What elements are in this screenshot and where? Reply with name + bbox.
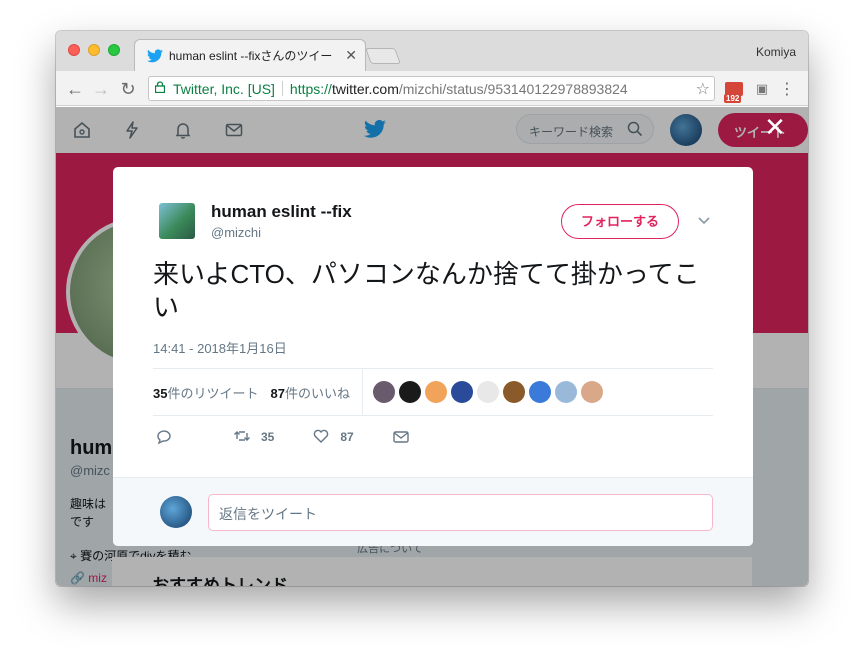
new-tab-button[interactable] bbox=[365, 48, 401, 64]
minimize-window-button[interactable] bbox=[88, 44, 100, 56]
liker-avatar[interactable] bbox=[528, 381, 551, 403]
liker-avatar[interactable] bbox=[398, 381, 421, 403]
like-count: 87 bbox=[340, 430, 354, 444]
like-stat[interactable]: 87件のいいね bbox=[270, 383, 349, 402]
author-handle[interactable]: @mizchi bbox=[211, 225, 261, 240]
gmail-unread-count: 192 bbox=[724, 94, 742, 103]
liker-avatar[interactable] bbox=[372, 381, 395, 403]
tweet-stats: 35件のリツイート 87件のいいね bbox=[153, 368, 713, 416]
retweet-stat-label: 件のリツイート bbox=[167, 385, 259, 401]
follow-button[interactable]: フォローする bbox=[561, 204, 679, 239]
like-stat-label: 件のいいね bbox=[284, 385, 350, 401]
author-name[interactable]: human eslint --fix bbox=[211, 202, 352, 222]
reply-user-avatar bbox=[160, 496, 192, 528]
retweet-stat-count: 35 bbox=[153, 385, 168, 401]
retweet-count: 35 bbox=[261, 430, 275, 444]
address-separator bbox=[281, 81, 283, 96]
tweet-text: 来いよCTO、パソコンなんか捨てて掛かってこい bbox=[153, 259, 700, 322]
close-icon[interactable]: ✕ bbox=[763, 114, 787, 140]
liker-avatars bbox=[372, 381, 603, 403]
close-window-button[interactable] bbox=[68, 44, 80, 56]
reply-area: 返信をツイート bbox=[113, 477, 753, 546]
twitter-page: キーワード検索 ツイート hum @mizc 趣味はです ⌖ 賽の河原でdivを… bbox=[56, 107, 808, 586]
address-bar[interactable]: Twitter, Inc. [US] https:// twitter.com … bbox=[148, 76, 715, 101]
tab-strip: human eslint --fixさんのツイー ✕ Komiya bbox=[56, 31, 808, 71]
liker-avatar[interactable] bbox=[554, 381, 577, 403]
bookmark-star-icon[interactable]: ☆ bbox=[696, 79, 710, 99]
reply-icon[interactable] bbox=[155, 428, 173, 446]
gmail-icon: 192 bbox=[724, 82, 743, 103]
browser-toolbar: ← → ↻ Twitter, Inc. [US] https:// twitte… bbox=[56, 71, 808, 106]
extension-icon[interactable]: ▣ bbox=[754, 79, 770, 99]
browser-window: human eslint --fixさんのツイー ✕ Komiya ← → ↻ … bbox=[56, 31, 808, 586]
secure-org-label: Twitter, Inc. [US] bbox=[173, 80, 275, 97]
browser-tab[interactable]: human eslint --fixさんのツイー ✕ bbox=[134, 39, 366, 71]
retweet-icon bbox=[233, 427, 251, 448]
liker-avatar[interactable] bbox=[580, 381, 603, 403]
stats-divider bbox=[361, 368, 363, 416]
reply-input[interactable]: 返信をツイート bbox=[208, 494, 713, 531]
tweet-permalink-modal: human eslint --fix @mizchi フォローする 来いよCTO… bbox=[113, 167, 753, 546]
liker-avatar[interactable] bbox=[476, 381, 499, 403]
twitter-bird-icon bbox=[147, 48, 163, 64]
url-path: /mizchi/status/953140122978893824 bbox=[398, 80, 628, 97]
maximize-window-button[interactable] bbox=[108, 44, 120, 56]
tweet-timestamp[interactable]: 14:41 - 2018年1月16日 bbox=[153, 338, 287, 357]
like-button[interactable]: 87 bbox=[312, 427, 354, 448]
forward-arrow-icon[interactable]: → bbox=[91, 79, 111, 99]
direct-message-icon[interactable] bbox=[392, 428, 410, 446]
browser-profile-name[interactable]: Komiya bbox=[756, 45, 796, 59]
liker-avatar[interactable] bbox=[424, 381, 447, 403]
url-scheme: https:// bbox=[289, 80, 332, 97]
heart-icon bbox=[312, 427, 330, 448]
chevron-down-icon[interactable] bbox=[696, 212, 712, 228]
url-host: twitter.com bbox=[331, 80, 399, 97]
tweet-actions: 35 87 bbox=[153, 427, 410, 447]
liker-avatar[interactable] bbox=[502, 381, 525, 403]
tab-close-icon[interactable]: ✕ bbox=[345, 47, 357, 64]
gmail-extension-button[interactable]: 192 bbox=[724, 79, 744, 103]
author-avatar[interactable] bbox=[159, 203, 195, 239]
retweet-stat[interactable]: 35件のリツイート bbox=[153, 383, 258, 402]
like-stat-count: 87 bbox=[270, 385, 285, 401]
reload-icon[interactable]: ↻ bbox=[118, 79, 138, 99]
liker-avatar[interactable] bbox=[450, 381, 473, 403]
tab-title: human eslint --fixさんのツイー bbox=[169, 49, 333, 63]
back-arrow-icon[interactable]: ← bbox=[65, 79, 85, 99]
browser-menu-icon[interactable]: ⋮ bbox=[779, 79, 795, 99]
retweet-button[interactable]: 35 bbox=[233, 427, 274, 448]
lock-icon bbox=[154, 81, 167, 96]
